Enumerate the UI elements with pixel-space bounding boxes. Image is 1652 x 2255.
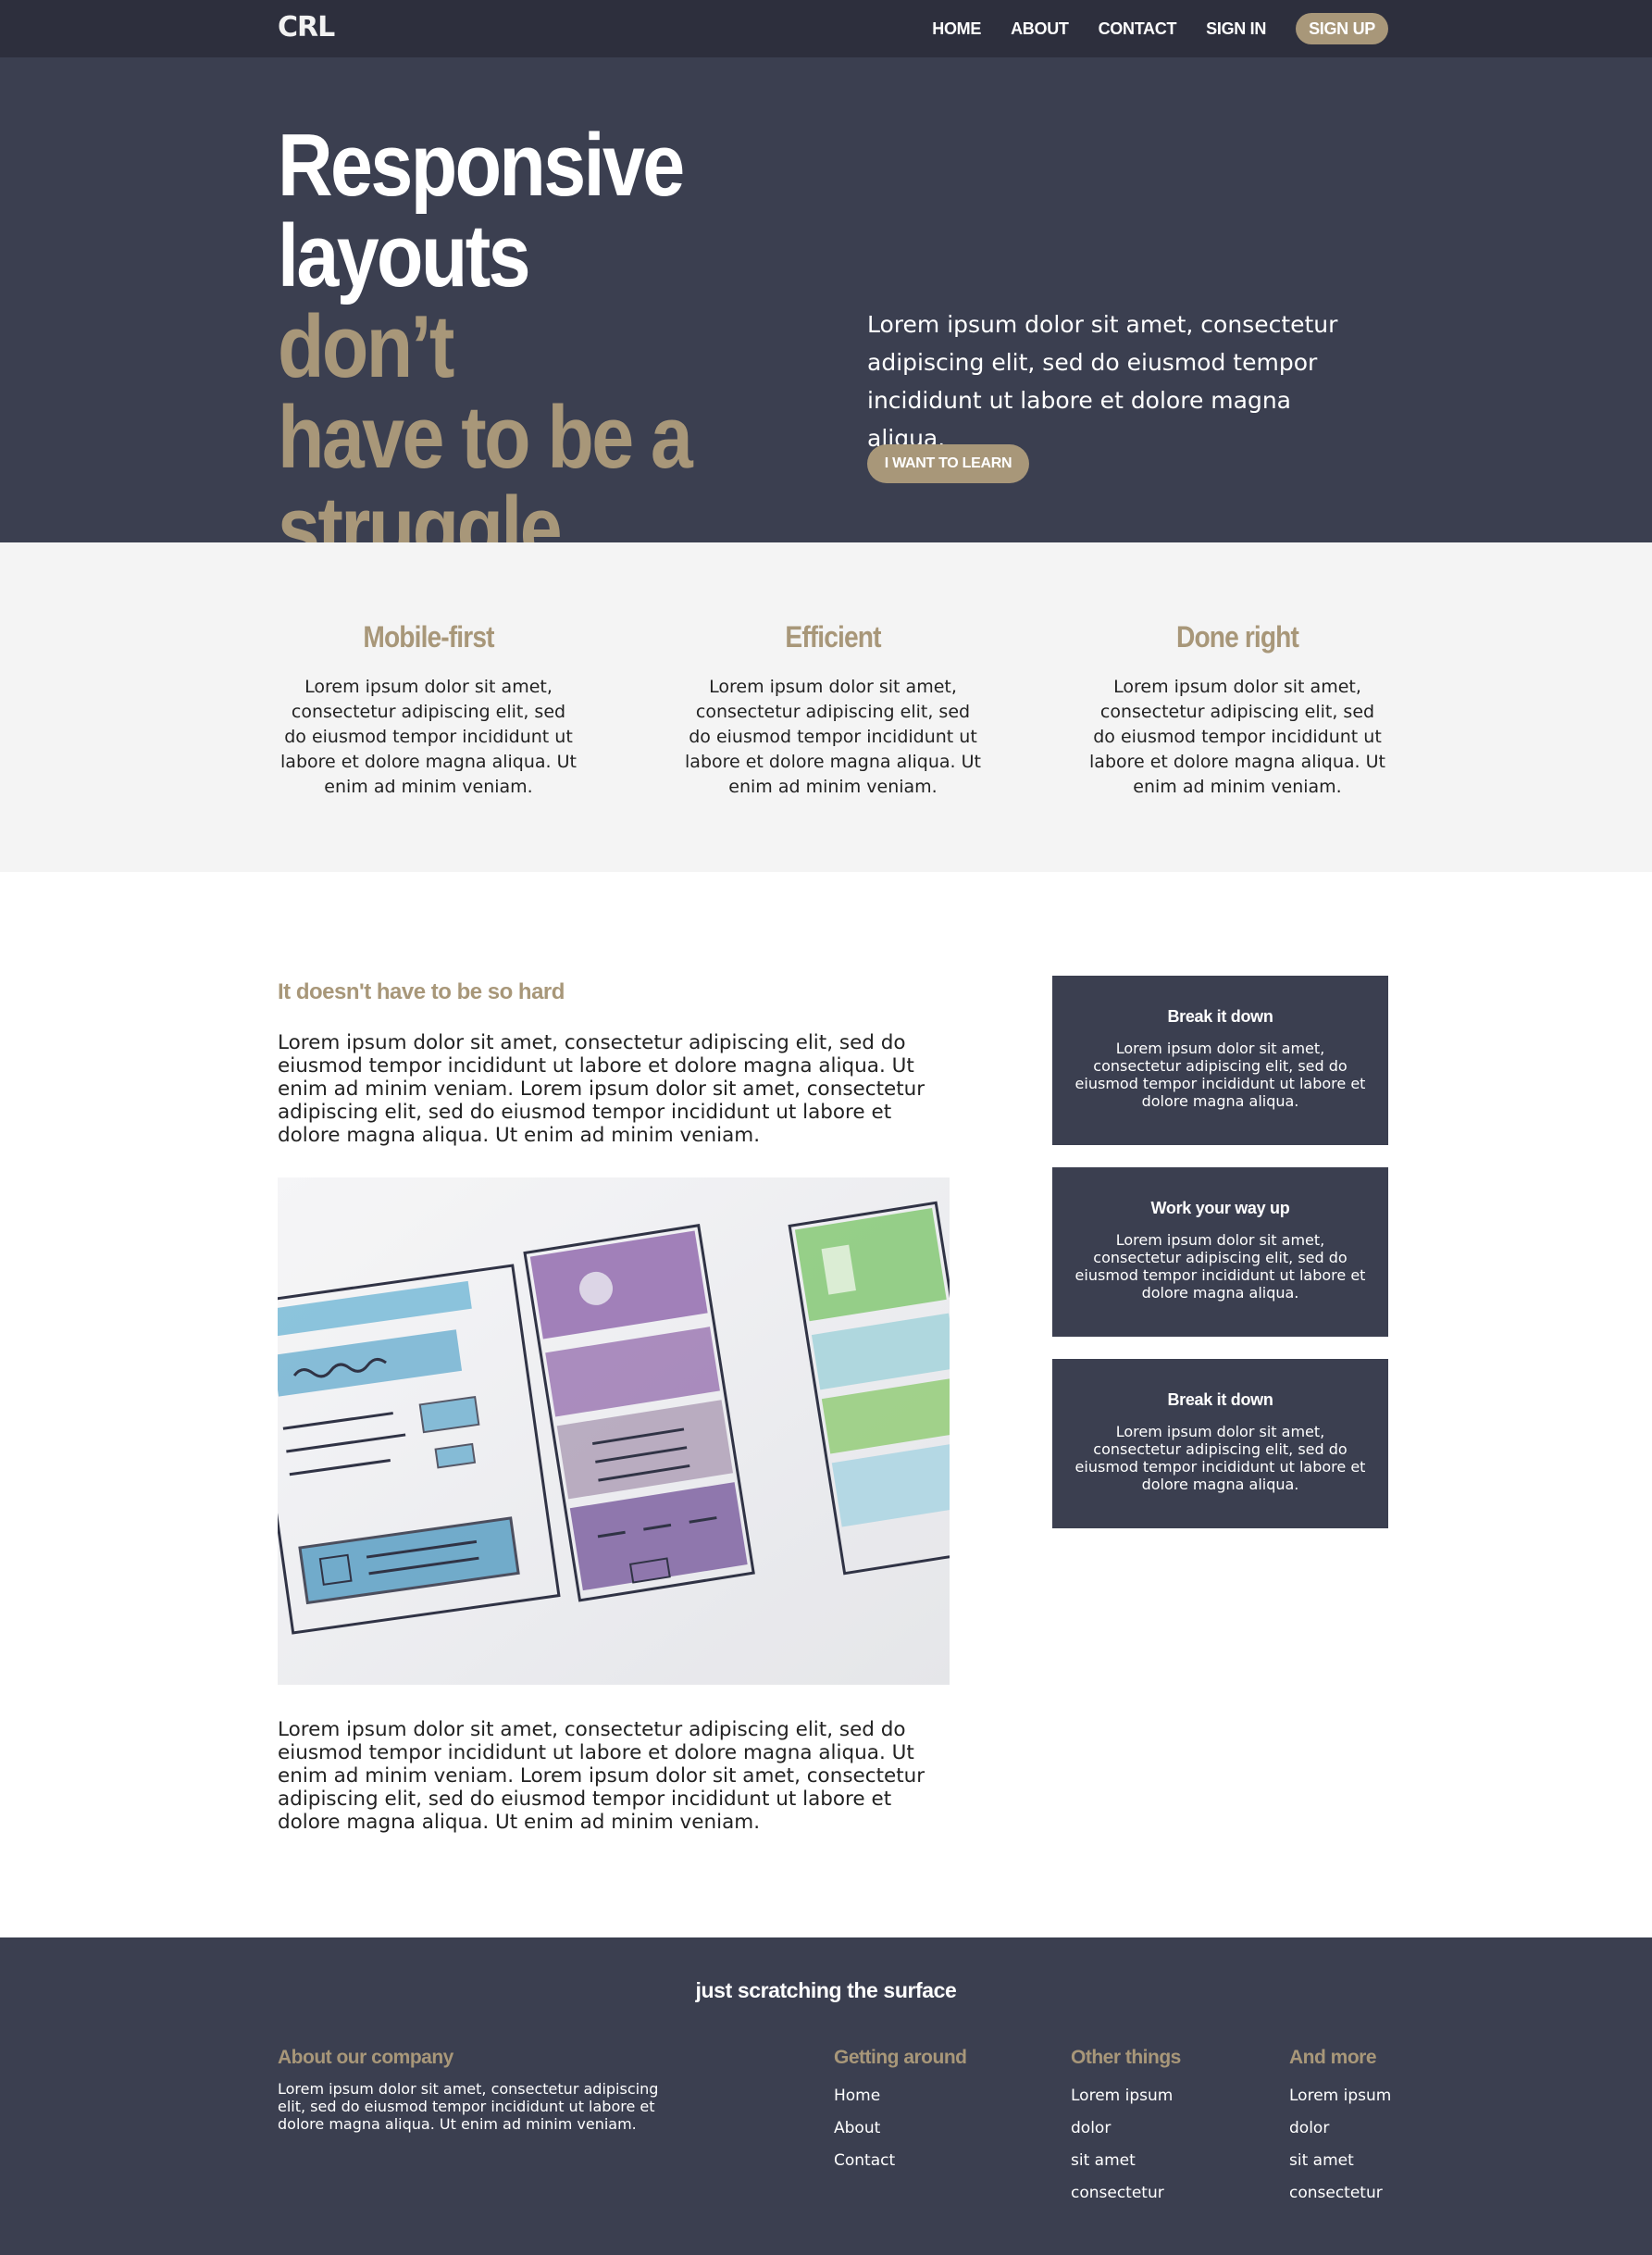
footer-link-home[interactable]: Home xyxy=(834,2080,967,2112)
info-card-break-it-down: Break it down Lorem ipsum dolor sit amet… xyxy=(1052,976,1388,1145)
card-text: Lorem ipsum dolor sit amet, consectetur … xyxy=(1074,1231,1366,1302)
hero-title-line1: Responsive xyxy=(278,116,685,215)
nav-link-contact[interactable]: CONTACT xyxy=(1099,19,1177,39)
hero-title-line2a: layouts xyxy=(278,206,531,305)
footer-link[interactable]: sit amet xyxy=(1071,2145,1181,2177)
footer-link[interactable]: Lorem ipsum xyxy=(1289,2080,1391,2112)
nav-link-home[interactable]: HOME xyxy=(932,19,981,39)
hero-section: Responsive layouts don’t have to be a st… xyxy=(0,57,1652,574)
card-text: Lorem ipsum dolor sit amet, consectetur … xyxy=(1074,1423,1366,1493)
feature-text: Lorem ipsum dolor sit amet, consectetur … xyxy=(1089,677,1385,797)
footer-title: just scratching the surface xyxy=(695,1978,957,2002)
footer-col-title: And more xyxy=(1289,2047,1377,2068)
footer-link[interactable]: Lorem ipsum xyxy=(1071,2080,1181,2112)
feature-done-right: Done right Lorem ipsum dolor sit amet, c… xyxy=(1089,620,1385,800)
feature-title: Done right xyxy=(1176,620,1299,654)
learn-button[interactable]: I WANT TO LEARN xyxy=(867,444,1029,483)
site-footer: just scratching the surface About our co… xyxy=(0,1937,1652,2255)
footer-link-list: Lorem ipsum dolor sit amet consectetur xyxy=(1071,2080,1181,2210)
nav-link-about[interactable]: ABOUT xyxy=(1011,19,1069,39)
sketch-illustration xyxy=(278,1177,950,1685)
feature-efficient: Efficient Lorem ipsum dolor sit amet, co… xyxy=(685,620,981,800)
feature-title: Mobile-first xyxy=(363,620,494,654)
footer-col-title: Getting around xyxy=(834,2047,967,2068)
footer-link[interactable]: sit amet xyxy=(1289,2145,1391,2177)
card-title: Break it down xyxy=(1167,1007,1273,1026)
footer-link[interactable]: dolor xyxy=(1071,2112,1181,2145)
hero-title-line2b: don’t xyxy=(278,297,454,396)
footer-col-other-things: Other things Lorem ipsum dolor sit amet … xyxy=(1071,2047,1181,2210)
sign-up-button[interactable]: SIGN UP xyxy=(1296,13,1388,44)
top-navbar: CRL HOME ABOUT CONTACT SIGN IN SIGN UP xyxy=(0,0,1652,57)
footer-col-title: Other things xyxy=(1071,2047,1181,2068)
footer-link[interactable]: dolor xyxy=(1289,2112,1391,2145)
feature-text: Lorem ipsum dolor sit amet, consectetur … xyxy=(685,677,981,797)
footer-about-title: About our company xyxy=(278,2047,453,2068)
info-card-break-it-down-2: Break it down Lorem ipsum dolor sit amet… xyxy=(1052,1359,1388,1528)
article-paragraph-2: Lorem ipsum dolor sit amet, consectetur … xyxy=(278,1718,925,1834)
footer-link-about[interactable]: About xyxy=(834,2112,967,2145)
hero-title: Responsive layouts don’t have to be a st… xyxy=(278,120,707,574)
nav-links: HOME ABOUT CONTACT SIGN IN SIGN UP xyxy=(902,0,1388,57)
feature-title: Efficient xyxy=(785,620,881,654)
footer-link[interactable]: consectetur xyxy=(1071,2177,1181,2210)
article-heading: It doesn't have to be so hard xyxy=(278,979,565,1004)
footer-link-list: Lorem ipsum dolor sit amet consectetur xyxy=(1289,2080,1391,2210)
card-title: Break it down xyxy=(1167,1390,1273,1409)
footer-link-contact[interactable]: Contact xyxy=(834,2145,967,2177)
nav-link-sign-in[interactable]: SIGN IN xyxy=(1206,19,1266,39)
wireframe-sketch-image xyxy=(278,1177,950,1685)
features-section: Mobile-first Lorem ipsum dolor sit amet,… xyxy=(0,542,1652,872)
card-text: Lorem ipsum dolor sit amet, consectetur … xyxy=(1074,1040,1366,1110)
feature-text: Lorem ipsum dolor sit amet, consectetur … xyxy=(280,677,577,797)
footer-link[interactable]: consectetur xyxy=(1289,2177,1391,2210)
footer-about-text: Lorem ipsum dolor sit amet, consectetur … xyxy=(278,2080,659,2133)
site-logo[interactable]: CRL xyxy=(278,11,335,44)
footer-col-getting-around: Getting around Home About Contact xyxy=(834,2047,967,2177)
footer-about: About our company Lorem ipsum dolor sit … xyxy=(278,2047,666,2133)
feature-mobile-first: Mobile-first Lorem ipsum dolor sit amet,… xyxy=(280,620,577,800)
article-paragraph-1: Lorem ipsum dolor sit amet, consectetur … xyxy=(278,1031,925,1147)
info-card-work-your-way-up: Work your way up Lorem ipsum dolor sit a… xyxy=(1052,1167,1388,1337)
hero-description: Lorem ipsum dolor sit amet, consectetur … xyxy=(867,311,1338,452)
footer-col-and-more: And more Lorem ipsum dolor sit amet cons… xyxy=(1289,2047,1391,2210)
card-title: Work your way up xyxy=(1150,1199,1290,1217)
footer-link-list: Home About Contact xyxy=(834,2080,967,2177)
hero-title-line3: have to be a xyxy=(278,388,693,487)
